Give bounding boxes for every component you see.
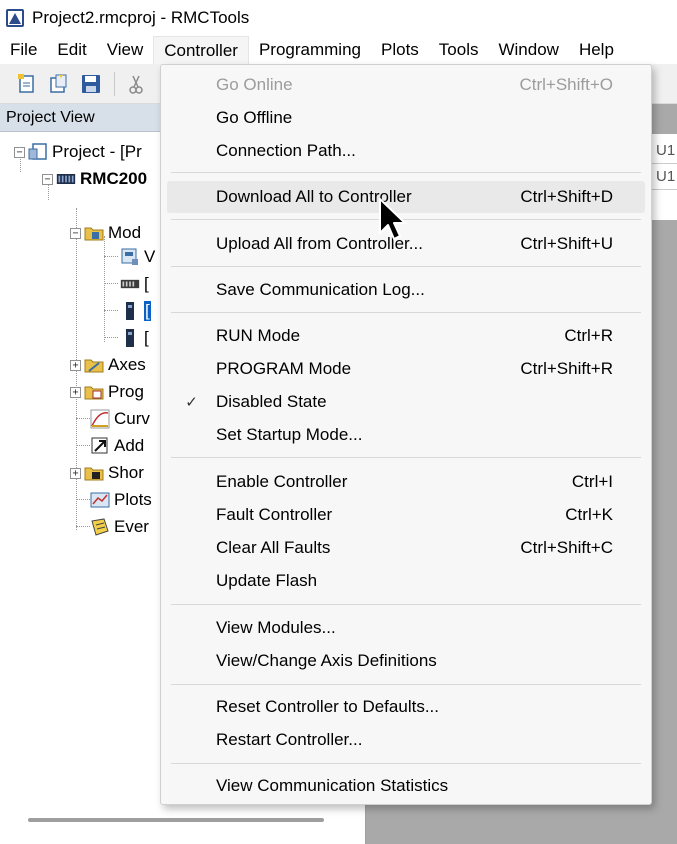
menu-plots[interactable]: Plots	[371, 36, 429, 64]
menu-item-restart-controller[interactable]: Restart Controller...	[167, 724, 645, 756]
checkmark-icon: ✓	[185, 394, 198, 411]
tree-item-card-selected[interactable]: [	[120, 298, 151, 324]
add-icon	[90, 436, 110, 456]
expand-toggle[interactable]: +	[70, 467, 81, 479]
menu-item-go-offline[interactable]: Go Offline	[167, 102, 645, 134]
menu-item-fault-controller[interactable]: Fault Controller Ctrl+K	[167, 499, 645, 531]
menu-item-run-mode[interactable]: RUN Mode Ctrl+R	[167, 320, 645, 352]
axes-icon	[84, 355, 104, 375]
tree-item-card[interactable]: [	[120, 325, 149, 351]
tree-connector	[104, 256, 118, 257]
collapse-toggle[interactable]: −	[42, 173, 53, 185]
tree-connector	[104, 236, 105, 342]
menu-item-update-flash[interactable]: Update Flash	[167, 565, 645, 597]
tree-item-events[interactable]: Ever	[90, 514, 149, 540]
menu-item-program-mode[interactable]: PROGRAM Mode Ctrl+Shift+R	[167, 353, 645, 385]
project-icon	[28, 142, 48, 162]
menu-item-view-modules[interactable]: View Modules...	[167, 612, 645, 644]
tree-connector	[76, 418, 90, 419]
grid-cell: U1	[651, 138, 677, 164]
tree-item-rmc200[interactable]: − RMC200	[42, 166, 147, 192]
new-project-button[interactable]	[14, 71, 40, 97]
cut-button[interactable]	[123, 71, 149, 97]
tree-item-module[interactable]: V	[120, 244, 155, 270]
tree-connector	[76, 499, 90, 500]
tree-item-rack[interactable]: [	[120, 271, 149, 297]
menu-item-disabled-state[interactable]: ✓ Disabled State	[167, 386, 645, 418]
tree-connector	[76, 445, 90, 446]
menu-separator	[171, 266, 641, 267]
expand-toggle[interactable]: +	[70, 359, 81, 371]
tree-item-curves[interactable]: Curv	[90, 406, 150, 432]
events-icon	[90, 517, 110, 537]
rack-icon	[120, 274, 140, 294]
menu-item-axis-definitions[interactable]: View/Change Axis Definitions	[167, 645, 645, 677]
controller-icon	[56, 169, 76, 189]
menu-separator	[171, 312, 641, 313]
menu-file[interactable]: File	[0, 36, 47, 64]
scissors-icon	[129, 75, 143, 94]
title-bar: Project2.rmcproj - RMCTools	[0, 0, 677, 36]
controller-menu-dropdown: Go Online Ctrl+Shift+O Go Offline Connec…	[160, 64, 652, 805]
menu-help[interactable]: Help	[569, 36, 624, 64]
tree-item-programs[interactable]: + Prog	[70, 379, 144, 405]
menu-item-go-online[interactable]: Go Online Ctrl+Shift+O	[167, 69, 645, 101]
window-title: Project2.rmcproj - RMCTools	[32, 8, 250, 27]
tree-item-project[interactable]: − Project - [Pr	[14, 139, 142, 165]
collapse-toggle[interactable]: −	[14, 146, 25, 158]
menu-separator	[171, 172, 641, 173]
plots-icon	[90, 490, 110, 510]
save-button[interactable]	[78, 71, 104, 97]
menu-view[interactable]: View	[97, 36, 154, 64]
card-icon	[120, 301, 140, 321]
rmctools-app-icon	[6, 9, 24, 27]
grid-cell: U1	[651, 164, 677, 190]
horizontal-scrollbar[interactable]	[28, 818, 324, 822]
card-icon	[120, 328, 140, 348]
tree-connector	[104, 283, 118, 284]
expand-toggle[interactable]: +	[70, 386, 81, 398]
menu-separator	[171, 604, 641, 605]
tree-connector	[104, 310, 118, 311]
tree-item-add[interactable]: Add	[90, 433, 144, 459]
shortcuts-icon	[84, 463, 104, 483]
menu-controller[interactable]: Controller	[153, 36, 249, 64]
tree-item-axes[interactable]: + Axes	[70, 352, 146, 378]
new-project-icon	[18, 73, 34, 93]
menu-tools[interactable]: Tools	[429, 36, 489, 64]
menu-edit[interactable]: Edit	[47, 36, 96, 64]
tree-item-shortcuts[interactable]: + Shor	[70, 460, 144, 486]
mouse-cursor-icon	[379, 198, 406, 240]
menu-item-clear-all-faults[interactable]: Clear All Faults Ctrl+Shift+C	[167, 532, 645, 564]
collapse-toggle[interactable]: −	[70, 227, 81, 239]
menu-item-set-startup-mode[interactable]: Set Startup Mode...	[167, 419, 645, 451]
menu-item-save-comm-log[interactable]: Save Communication Log...	[167, 274, 645, 306]
menu-item-connection-path[interactable]: Connection Path...	[167, 135, 645, 167]
tree-connector	[76, 526, 90, 527]
menu-item-reset-controller[interactable]: Reset Controller to Defaults...	[167, 691, 645, 723]
menu-separator	[171, 457, 641, 458]
menu-window[interactable]: Window	[488, 36, 568, 64]
menu-bar: File Edit View Controller Programming Pl…	[0, 36, 677, 64]
open-project-icon	[50, 74, 67, 93]
menu-item-comm-statistics[interactable]: View Communication Statistics	[167, 770, 645, 802]
open-project-button[interactable]	[46, 71, 72, 97]
save-icon	[82, 74, 100, 93]
menu-item-enable-controller[interactable]: Enable Controller Ctrl+I	[167, 466, 645, 498]
tree-item-modules[interactable]: − Mod	[70, 220, 141, 246]
tree-item-plots[interactable]: Plots	[90, 487, 152, 513]
modules-folder-icon	[84, 223, 104, 243]
toolbar-separator	[114, 71, 115, 96]
menu-programming[interactable]: Programming	[249, 36, 371, 64]
tree-connector	[104, 337, 118, 338]
programs-icon	[84, 382, 104, 402]
menu-separator	[171, 763, 641, 764]
menu-separator	[171, 684, 641, 685]
module-icon	[120, 247, 140, 267]
curves-icon	[90, 409, 110, 429]
